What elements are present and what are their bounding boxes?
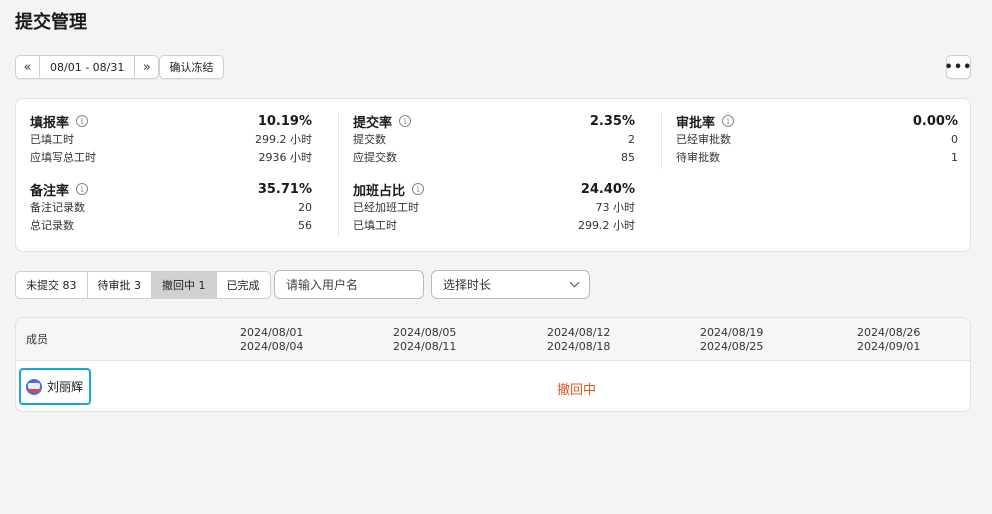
- double-chevron-left-icon: «: [23, 59, 32, 75]
- stat-value: 0.00%: [912, 113, 958, 129]
- week-start: 2024/08/26: [857, 326, 921, 339]
- previous-period-button[interactable]: «: [16, 56, 40, 78]
- stat-row: 已填工时 299.2 小时: [30, 130, 312, 148]
- chevron-down-icon: [569, 277, 580, 288]
- stat-row-value: 299.2 小时: [255, 133, 312, 146]
- stat-row: 备注记录数 20: [30, 198, 312, 216]
- week-end: 2024/08/25: [700, 340, 764, 353]
- tab-withdrawing[interactable]: 撤回中 1: [152, 272, 217, 298]
- info-icon[interactable]: i: [76, 183, 89, 195]
- avatar: [26, 378, 42, 395]
- week-start: 2024/08/05: [393, 326, 457, 339]
- date-range-label[interactable]: 08/01 - 08/31: [40, 56, 134, 78]
- stat-row-value: 0: [951, 132, 958, 146]
- status-filter-tabs: 未提交 83 待审批 3 撤回中 1 已完成: [15, 271, 271, 299]
- info-icon[interactable]: i: [722, 115, 735, 127]
- stat-approve-rate: 审批率 i 0.00% 已经审批数 0 待审批数 1: [676, 112, 958, 166]
- stat-row-label: 已经审批数: [676, 133, 731, 146]
- stat-remark-rate: 备注率 i 35.71% 备注记录数 20 总记录数 56: [30, 180, 312, 234]
- more-horizontal-icon: •••: [944, 59, 973, 75]
- tab-pending-approval[interactable]: 待审批 3: [88, 272, 152, 298]
- week-end: 2024/08/11: [393, 340, 457, 353]
- date-range-navigator: « 08/01 - 08/31 »: [15, 55, 160, 79]
- info-icon[interactable]: i: [399, 115, 412, 127]
- table-header: 成员 2024/08/01 2024/08/04 2024/08/05 2024…: [16, 318, 970, 361]
- stat-row-value: 1: [951, 150, 958, 164]
- stat-row: 提交数 2: [353, 130, 635, 148]
- stats-divider: [661, 113, 662, 169]
- stat-row-label: 已填工时: [30, 133, 74, 146]
- stat-row-label: 应提交数: [353, 151, 397, 164]
- stat-row-label: 已经加班工时: [353, 201, 419, 214]
- stat-row: 已经加班工时 73 小时: [353, 198, 635, 216]
- week-column-header: 2024/08/12 2024/08/18: [547, 326, 610, 354]
- week-end: 2024/08/18: [547, 340, 611, 353]
- stat-row-value: 56: [298, 218, 312, 232]
- member-cell[interactable]: 刘丽辉: [19, 368, 91, 405]
- more-options-button[interactable]: •••: [944, 55, 973, 79]
- stat-row-label: 应填写总工时: [30, 151, 96, 164]
- confirm-freeze-button[interactable]: 确认冻结: [159, 55, 224, 79]
- stat-title: 填报率: [30, 115, 70, 131]
- stat-row-value: 85: [621, 150, 635, 164]
- stat-title: 备注率: [30, 183, 70, 199]
- info-icon[interactable]: i: [76, 115, 89, 127]
- stats-divider: [338, 113, 339, 237]
- stats-card: 填报率 i 10.19% 已填工时 299.2 小时 应填写总工时 2936 小时 提…: [15, 98, 971, 252]
- stat-row: 应提交数 85: [353, 148, 635, 166]
- stat-row-value: 2: [628, 132, 635, 146]
- stat-row: 已填工时 299.2 小时: [353, 216, 635, 234]
- tab-not-submitted[interactable]: 未提交 83: [16, 272, 88, 298]
- stat-overtime-ratio: 加班占比 i 24.40% 已经加班工时 73 小时 已填工时 299.2 小时: [353, 180, 635, 234]
- stat-value: 24.40%: [580, 181, 635, 197]
- stat-row-value: 73 小时: [595, 201, 636, 214]
- submission-table: 成员 2024/08/01 2024/08/04 2024/08/05 2024…: [15, 317, 971, 412]
- table-row: 刘丽辉 撤回中: [16, 361, 970, 411]
- week-column-header: 2024/08/19 2024/08/25: [700, 326, 763, 354]
- tab-completed[interactable]: 已完成: [217, 272, 270, 298]
- stat-row: 已经审批数 0: [676, 130, 958, 148]
- stat-row-label: 待审批数: [676, 151, 720, 164]
- week-start: 2024/08/19: [700, 326, 764, 339]
- stat-row-label: 已填工时: [353, 219, 397, 232]
- week-end: 2024/09/01: [857, 340, 921, 353]
- status-badge[interactable]: 撤回中: [557, 379, 596, 398]
- username-search-input[interactable]: [274, 270, 424, 299]
- stat-row-value: 299.2 小时: [578, 219, 635, 232]
- stat-title: 提交率: [353, 115, 393, 131]
- duration-select[interactable]: 选择时长: [431, 270, 590, 299]
- stat-title: 加班占比: [353, 183, 406, 199]
- stat-row-label: 备注记录数: [30, 201, 85, 214]
- week-start: 2024/08/01: [240, 326, 304, 339]
- stat-title: 审批率: [676, 115, 716, 131]
- week-column-header: 2024/08/01 2024/08/04: [240, 326, 303, 354]
- week-start: 2024/08/12: [547, 326, 611, 339]
- stat-submit-rate: 提交率 i 2.35% 提交数 2 应提交数 85: [353, 112, 635, 166]
- stat-row: 总记录数 56: [30, 216, 312, 234]
- stat-value: 10.19%: [257, 113, 312, 129]
- stat-row: 待审批数 1: [676, 148, 958, 166]
- stat-row-value: 20: [298, 200, 312, 214]
- stat-fill-rate: 填报率 i 10.19% 已填工时 299.2 小时 应填写总工时 2936 小时: [30, 112, 312, 166]
- stat-row: 应填写总工时 2936 小时: [30, 148, 312, 166]
- duration-select-placeholder: 选择时长: [443, 278, 492, 292]
- stat-value: 35.71%: [257, 181, 312, 197]
- stat-row-label: 总记录数: [30, 219, 74, 232]
- stat-value: 2.35%: [589, 113, 635, 129]
- page-title: 提交管理: [15, 12, 87, 33]
- member-column-header: 成员: [26, 333, 48, 346]
- double-chevron-right-icon: »: [142, 59, 151, 75]
- week-column-header: 2024/08/05 2024/08/11: [393, 326, 456, 354]
- next-period-button[interactable]: »: [134, 56, 158, 78]
- member-name: 刘丽辉: [47, 380, 84, 394]
- info-icon[interactable]: i: [412, 183, 425, 195]
- week-end: 2024/08/04: [240, 340, 304, 353]
- stat-row-label: 提交数: [353, 133, 386, 146]
- stat-row-value: 2936 小时: [258, 151, 313, 164]
- week-column-header: 2024/08/26 2024/09/01: [857, 326, 920, 354]
